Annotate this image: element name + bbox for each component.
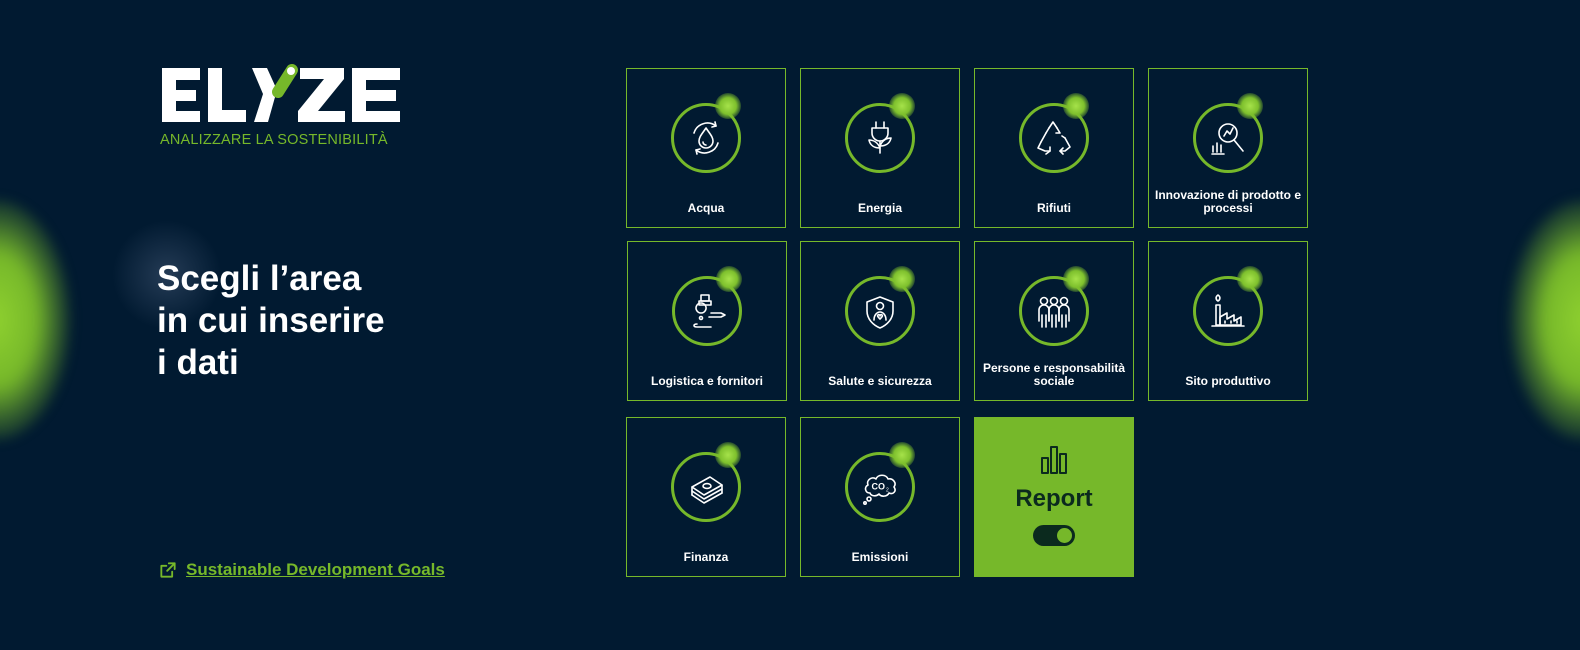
tile-label: Energia xyxy=(857,201,902,215)
tile-label: Finanza xyxy=(683,550,729,564)
svg-text:CO: CO xyxy=(872,482,886,492)
status-dot xyxy=(1063,93,1089,119)
status-dot xyxy=(889,266,915,292)
bar-chart-icon xyxy=(1041,446,1067,474)
plug-leaf-icon xyxy=(868,121,892,154)
svg-text:2: 2 xyxy=(886,488,889,494)
tile-label: Salute e sicurezza xyxy=(828,374,932,388)
status-dot xyxy=(715,93,741,119)
status-dot xyxy=(1063,266,1089,292)
status-dot xyxy=(889,93,915,119)
tile-label: Logistica e fornitori xyxy=(650,374,763,388)
headline-line-1: Scegli l’area xyxy=(157,259,362,298)
tile-sito-produttivo[interactable]: Sito produttivo xyxy=(1148,241,1308,401)
tile-label: Acqua xyxy=(687,201,725,215)
tile-badge xyxy=(1193,93,1263,173)
tile-label: Emissioni xyxy=(851,550,909,564)
tile-badge xyxy=(671,442,741,522)
status-dot xyxy=(716,266,742,292)
report-toggle[interactable] xyxy=(1033,525,1075,546)
external-link-icon xyxy=(160,562,176,578)
people-group-icon xyxy=(1038,296,1070,328)
brand-tagline: ANALIZZARE LA SOSTENIBILITÀ xyxy=(160,132,388,148)
tile-badge xyxy=(671,93,741,173)
right-glow-decoration xyxy=(1510,200,1580,440)
logistics-route-icon xyxy=(693,294,726,328)
tile-badge xyxy=(1019,93,1089,173)
tile-badge xyxy=(1019,266,1089,346)
report-tile[interactable]: Report xyxy=(974,417,1134,577)
tile-salute[interactable]: Salute e sicurezza xyxy=(800,241,960,401)
page: ANALIZZARE LA SOSTENIBILITÀ Scegli l’are… xyxy=(0,0,1580,650)
left-glow-decoration xyxy=(0,200,70,440)
tile-acqua[interactable]: Acqua xyxy=(626,68,786,228)
tile-label: Innovazione di prodotto e processi xyxy=(1155,188,1301,215)
tile-energia[interactable]: Energia xyxy=(800,68,960,228)
status-dot xyxy=(715,442,741,468)
tile-innovazione[interactable]: Innovazione di prodotto e processi xyxy=(1148,68,1308,228)
sdg-link[interactable]: Sustainable Development Goals xyxy=(158,560,445,580)
logo-wordmark xyxy=(162,64,400,122)
tile-label: Rifiuti xyxy=(1037,201,1071,215)
tile-logistica[interactable]: Logistica e fornitori xyxy=(627,241,787,401)
headline-line-3: i dati xyxy=(157,343,239,382)
page-headline: Scegli l’area in cui inserire i dati xyxy=(157,258,457,384)
innovation-magnifier-icon xyxy=(1211,123,1244,155)
tile-badge xyxy=(845,266,915,346)
factory-icon xyxy=(1211,294,1245,327)
recycle-icon xyxy=(1037,121,1071,155)
tile-rifiuti[interactable]: Rifiuti xyxy=(974,68,1134,228)
tile-persone[interactable]: Persone e responsabilità sociale xyxy=(974,241,1134,401)
tile-badge xyxy=(672,266,742,346)
brand-logo: ANALIZZARE LA SOSTENIBILITÀ xyxy=(160,64,410,148)
tile-label: Persone e responsabilità sociale xyxy=(982,361,1126,388)
tile-badge: CO 2 xyxy=(845,442,915,522)
water-drop-cycle-icon xyxy=(693,121,719,155)
status-dot xyxy=(1237,93,1263,119)
status-dot xyxy=(889,442,915,468)
report-label: Report xyxy=(1015,485,1093,512)
toggle-knob xyxy=(1057,528,1072,543)
tile-emissioni[interactable]: CO 2 Emissioni xyxy=(800,417,960,577)
sdg-link-label: Sustainable Development Goals xyxy=(186,560,445,579)
tile-finanza[interactable]: Finanza xyxy=(626,417,786,577)
status-dot xyxy=(1237,266,1263,292)
co2-cloud-icon: CO 2 xyxy=(862,474,896,505)
money-stack-icon xyxy=(691,476,723,504)
tile-badge xyxy=(1193,266,1263,346)
tile-badge xyxy=(845,93,915,173)
health-shield-icon xyxy=(866,296,894,329)
tile-label: Sito produttivo xyxy=(1185,374,1271,388)
headline-line-2: in cui inserire xyxy=(157,301,385,340)
